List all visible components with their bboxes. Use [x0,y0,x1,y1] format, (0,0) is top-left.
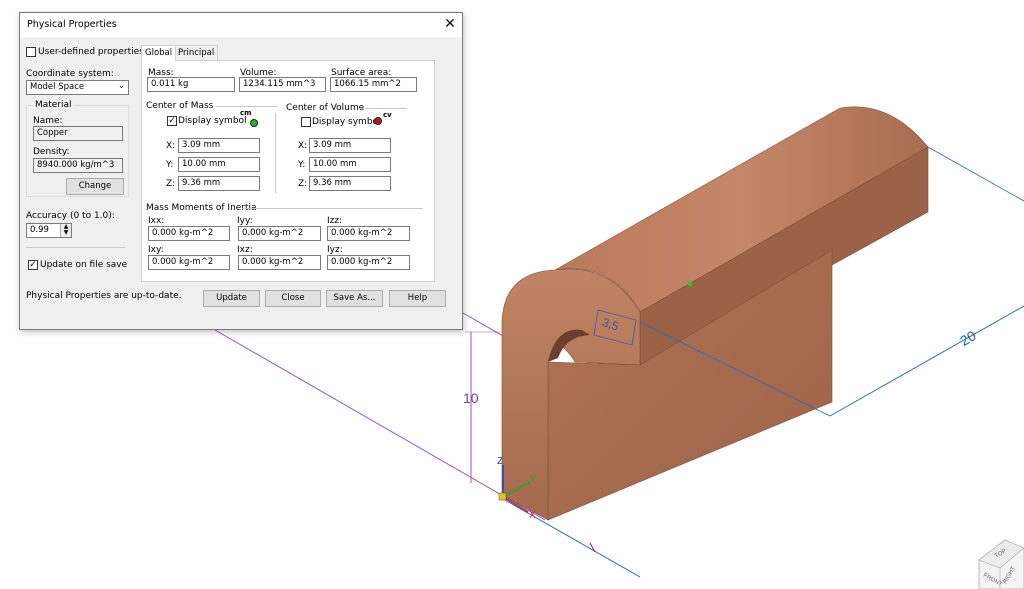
center-of-mass-symbol-icon [250,119,258,127]
cov-y-field[interactable]: 10.00 mm [309,157,391,172]
ixy-field[interactable]: 0.000 kg-m^2 [148,255,230,270]
center-of-volume-symbol-icon [374,117,382,125]
com-y-field[interactable]: 10.00 mm [178,157,260,172]
izz-label: Izz: [327,216,343,226]
mass-field[interactable]: 0.011 kg [147,77,235,92]
iyy-field[interactable]: 0.000 kg-m^2 [238,226,321,241]
cov-x-field[interactable]: 3.09 mm [309,138,391,153]
length-dimension: 20 [957,327,979,349]
update-on-save-checkbox[interactable]: ✓ [28,260,38,270]
spinner-icon[interactable]: ▲ ▼ [60,224,71,237]
izz-field[interactable]: 0.000 kg-m^2 [327,226,410,241]
material-group-title: Material [33,100,74,110]
cov-z-label: Z: [298,179,308,189]
ixz-label: Ixz: [237,245,253,255]
com-display-symbol-checkbox[interactable]: ✓ [167,116,177,126]
copper-part: 3,5 [501,106,929,521]
coordinate-system-select[interactable]: Model Space ⌄ [26,80,129,95]
status-text: Physical Properties are up-to-date. [26,291,182,301]
close-icon[interactable]: ✕ [438,13,462,37]
divider [275,113,276,193]
axis-z-label: Z [497,456,503,467]
com-symbol-text: cm [240,109,252,117]
cov-y-label: Y: [298,160,306,170]
axis-line-blue [504,499,641,578]
help-button[interactable]: Help [389,290,446,307]
chevron-down-icon: ⌄ [117,81,125,91]
accuracy-input[interactable]: 0.99 ▲ ▼ [26,223,72,238]
material-name-field: Copper [33,126,123,141]
ixy-label: Ixy: [148,245,164,255]
user-defined-checkbox[interactable] [26,47,36,57]
save-as-button[interactable]: Save As... [326,290,383,307]
user-defined-label: User-defined properties [38,47,144,57]
density-label: Density: [33,147,70,157]
inertia-title: Mass Moments of Inertia [146,203,257,213]
iyy-label: Iyy: [237,216,253,226]
com-x-field[interactable]: 3.09 mm [178,138,260,153]
center-of-mass-title: Center of Mass [146,101,214,111]
iyz-field[interactable]: 0.000 kg-m^2 [327,255,410,270]
update-on-save-label: Update on file save [40,260,128,270]
volume-field[interactable]: 1234.115 mm^3 [239,77,326,92]
height-dimension: 10 [463,390,479,406]
title-bar[interactable]: Physical Properties ✕ [20,13,462,37]
cov-display-symbol-label: Display symbol [312,117,381,127]
coordinate-system-value: Model Space [30,82,85,92]
surface-area-field[interactable]: 1066.15 mm^2 [330,77,417,92]
center-of-mass-marker [687,281,693,287]
ixx-label: Ixx: [148,216,165,226]
com-y-label: Y: [166,160,174,170]
com-x-label: X: [166,141,176,151]
com-z-field[interactable]: 9.36 mm [178,176,260,191]
material-name-label: Name: [33,116,63,126]
update-button[interactable]: Update [203,290,260,307]
accuracy-label: Accuracy (0 to 1.0): [26,211,115,221]
ixx-field[interactable]: 0.000 kg-m^2 [148,226,230,241]
change-material-button[interactable]: Change [66,178,124,195]
tab-global[interactable]: Global [141,45,177,61]
divider [26,247,125,248]
view-cube[interactable]: TOP FRONT RIGHT [978,539,1024,589]
close-button[interactable]: Close [265,290,321,307]
cov-z-field[interactable]: 9.36 mm [309,176,391,191]
dialog-title: Physical Properties [27,19,117,30]
tab-principal[interactable]: Principal [174,45,219,60]
coordinate-system-label: Coordinate system: [26,69,114,79]
physical-properties-dialog: Physical Properties ✕ User-defined prope… [19,12,463,330]
cov-display-symbol-checkbox[interactable] [301,117,311,127]
cov-symbol-text: cv [383,111,392,119]
com-z-label: Z: [166,179,176,189]
density-field: 8940.000 kg/m^3 [33,158,123,173]
axis-x-label: X [529,510,536,521]
center-of-volume-title: Center of Volume [286,103,365,113]
iyz-label: Iyz: [327,245,343,255]
axis-y-label: Y [530,474,537,485]
ixz-field[interactable]: 0.000 kg-m^2 [238,255,321,270]
com-display-symbol-label: Display symbol [178,116,247,126]
cov-x-label: X: [298,141,308,151]
reference-line-purple [214,329,546,521]
